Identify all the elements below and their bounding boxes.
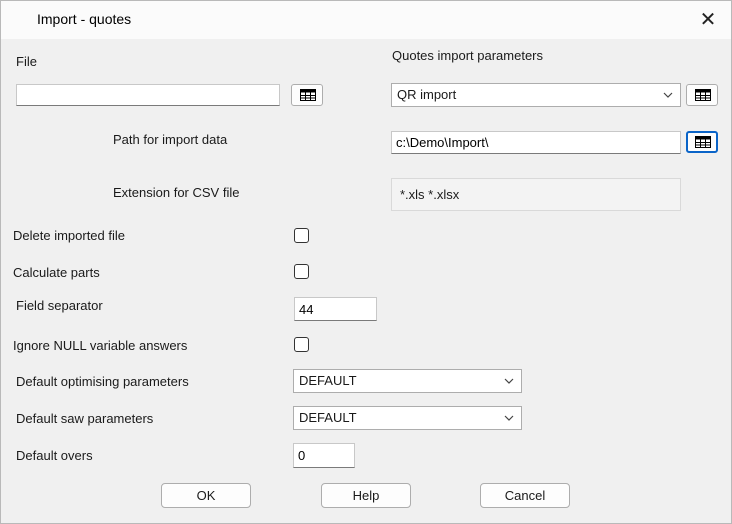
calculate-parts-label: Calculate parts [13,265,100,280]
table-icon [695,136,711,148]
calculate-parts-checkbox[interactable] [294,264,309,279]
field-separator-input[interactable] [294,297,377,321]
field-separator-label: Field separator [16,298,103,313]
default-saw-value: DEFAULT [299,410,357,425]
default-saw-label: Default saw parameters [16,411,154,426]
file-input[interactable] [16,84,280,106]
csv-extension-label: Extension for CSV file [113,185,240,200]
delete-imported-label: Delete imported file [13,228,125,243]
default-optimising-select[interactable]: DEFAULT [293,369,522,393]
quotes-params-value: QR import [397,87,457,102]
default-optimising-label: Default optimising parameters [16,374,189,389]
quotes-params-browse-button[interactable] [686,84,718,106]
default-saw-select[interactable]: DEFAULT [293,406,522,430]
path-label: Path for import data [113,132,228,147]
help-button[interactable]: Help [321,483,411,508]
path-browse-button[interactable] [686,131,718,153]
default-optimising-value: DEFAULT [299,373,357,388]
chevron-down-icon [504,415,514,421]
window-title: Import - quotes [37,11,132,27]
ok-button[interactable]: OK [161,483,251,508]
chevron-down-icon [663,92,673,98]
default-overs-label: Default overs [16,448,93,463]
ignore-null-checkbox[interactable] [294,337,309,352]
title-bar: Import - quotes ✕ [1,1,731,39]
cancel-button[interactable]: Cancel [480,483,570,508]
delete-imported-checkbox[interactable] [294,228,309,243]
csv-extension-value: *.xls *.xlsx [391,178,681,211]
file-label: File [16,54,37,69]
table-icon [695,89,711,101]
chevron-down-icon [504,378,514,384]
import-quotes-dialog: Import - quotes ✕ File Quotes import par… [0,0,732,524]
quotes-params-select[interactable]: QR import [391,83,681,107]
table-icon [300,89,316,101]
close-icon[interactable]: ✕ [685,1,731,39]
file-browse-button[interactable] [291,84,323,106]
default-overs-input[interactable] [293,443,355,468]
path-input[interactable] [391,131,681,154]
ignore-null-label: Ignore NULL variable answers [13,338,188,353]
quotes-params-label: Quotes import parameters [392,48,544,63]
